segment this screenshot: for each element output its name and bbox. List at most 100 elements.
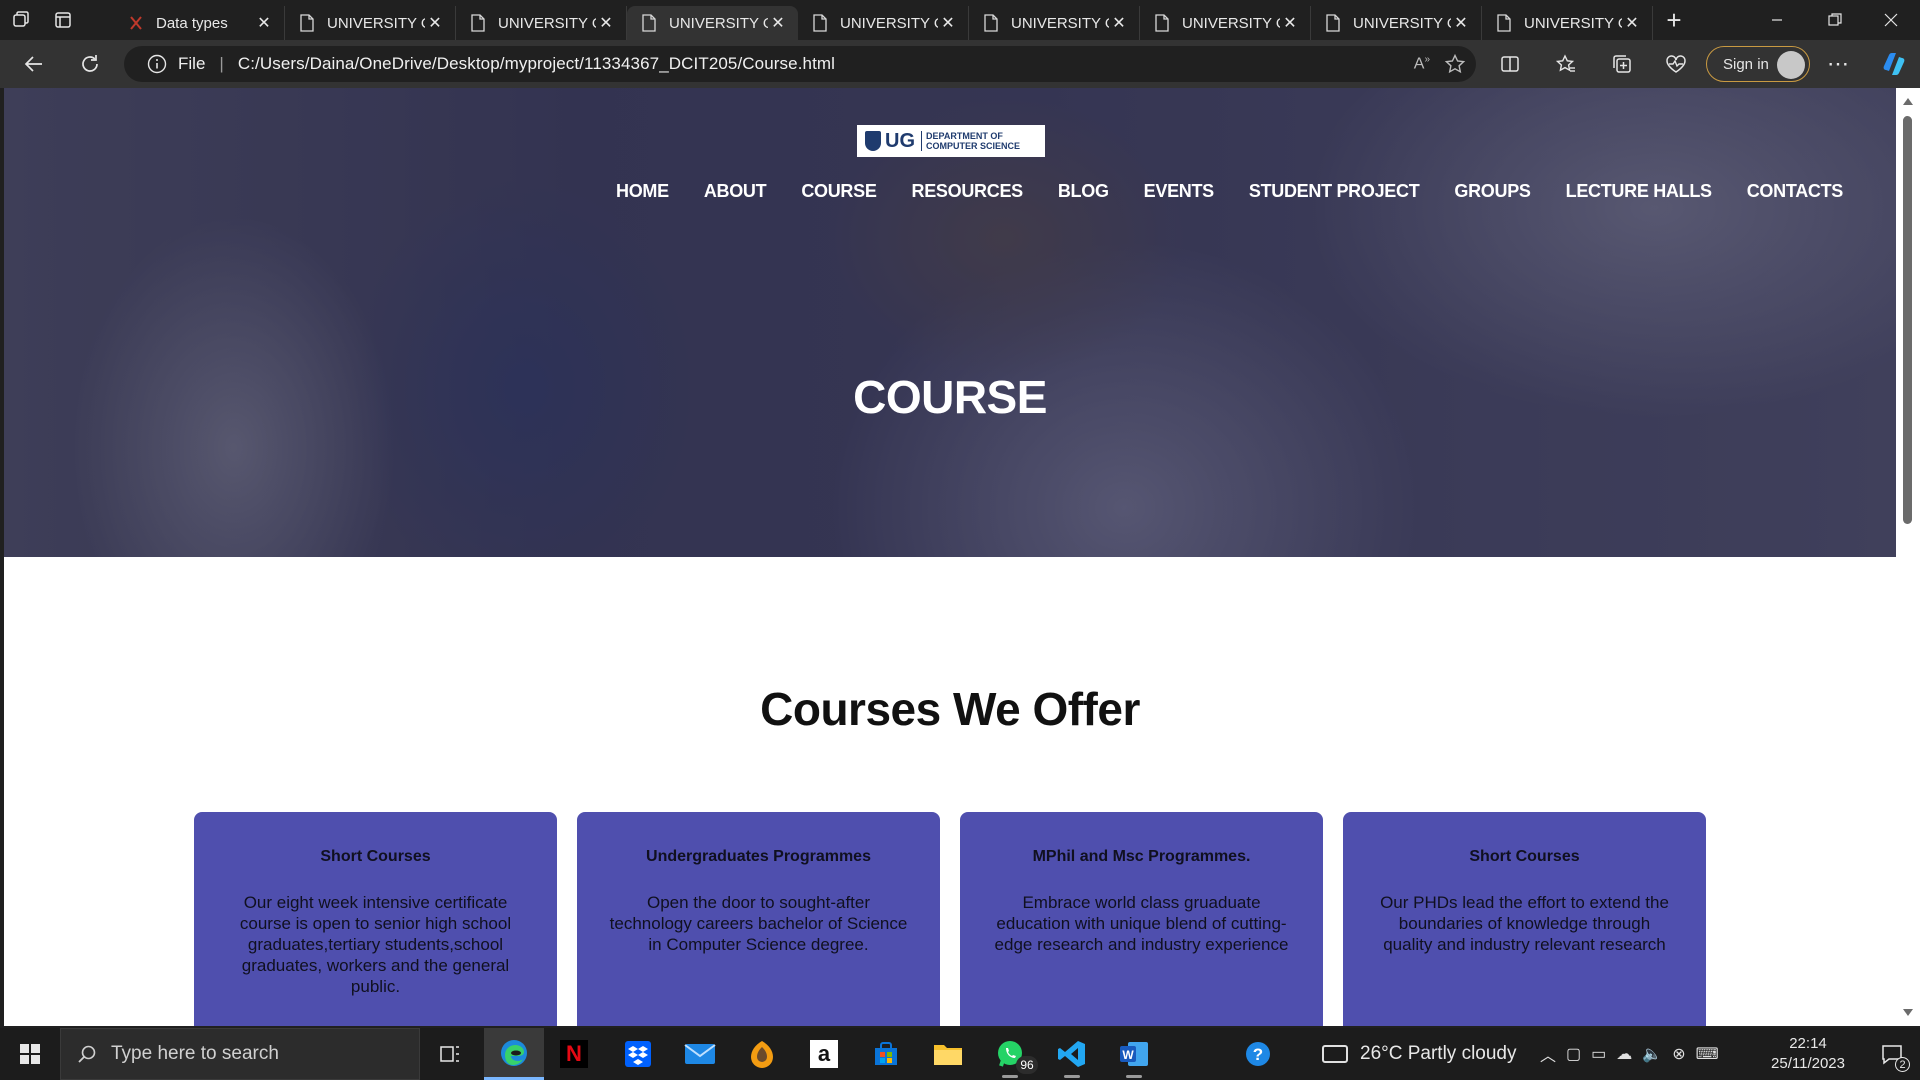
browser-tab[interactable]: UNIVERSITY O ✕ [285,6,456,40]
section-title: Courses We Offer [760,683,1140,735]
windows-start-icon[interactable] [0,1028,60,1080]
nav-home[interactable]: HOME [616,181,669,202]
workspaces-icon[interactable] [0,0,42,40]
browser-tab[interactable]: UNIVERSITY O ✕ [798,6,969,40]
browser-tab[interactable]: UNIVERSITY O ✕ [1311,6,1482,40]
course-card[interactable]: Undergraduates Programmes Open the door … [577,812,940,1026]
restore-icon[interactable] [1806,0,1864,40]
sign-in-button[interactable]: Sign in [1706,46,1810,82]
close-tab-icon[interactable]: ✕ [1109,13,1129,33]
browser-essentials-icon[interactable] [1654,44,1698,84]
nav-events[interactable]: EVENTS [1144,181,1215,202]
scroll-down-icon[interactable] [1903,1009,1913,1016]
nav-course[interactable]: COURSE [801,181,877,202]
nav-student-project[interactable]: STUDENT PROJECT [1249,181,1420,202]
search-icon [78,1045,96,1063]
course-card[interactable]: MPhil and Msc Programmes. Embrace world … [960,812,1323,1026]
collections-icon[interactable] [1600,44,1644,84]
vertical-scrollbar[interactable] [1896,88,1920,1026]
favorite-star-icon[interactable] [1444,53,1466,75]
task-view-icon[interactable] [420,1028,480,1080]
scroll-up-icon[interactable] [1903,98,1913,105]
course-card[interactable]: Short Courses Our PHDs lead the effort t… [1343,812,1706,1026]
copilot-icon[interactable] [1872,44,1916,84]
browser-tab[interactable]: UNIVERSITY O ✕ [1482,6,1653,40]
browser-tab[interactable]: UNIVERSITY O ✕ [456,6,627,40]
clock-date: 25/11/2023 [1771,1055,1845,1072]
close-tab-icon[interactable]: ✕ [596,13,616,33]
help-icon[interactable]: ? [1228,1028,1288,1080]
search-placeholder: Type here to search [111,1043,279,1064]
course-card[interactable]: Short Courses Our eight week intensive c… [194,812,557,1026]
url-text[interactable]: C:/Users/Daina/OneDrive/Desktop/myprojec… [238,54,835,74]
more-options-icon[interactable]: ⋯ [1816,44,1860,84]
nav-groups[interactable]: GROUPS [1454,181,1531,202]
page-icon [642,14,656,32]
vscode-icon[interactable] [1042,1028,1102,1080]
fl-studio-icon[interactable] [732,1028,792,1080]
meet-now-icon[interactable]: ▢ [1566,1044,1581,1064]
favorites-icon[interactable] [1544,44,1588,84]
logo-line-2: COMPUTER SCIENCE [926,141,1021,151]
browser-tab[interactable]: UNIVERSITY O ✕ [1140,6,1311,40]
onedrive-icon[interactable]: ☁ [1616,1044,1632,1064]
word-icon[interactable]: W [1104,1028,1164,1080]
system-tray: ︿ ▢ ▭ ☁ 🔈 ⊗ ⌨ [1540,1028,1719,1080]
close-tab-icon[interactable]: ✕ [1280,13,1300,33]
hero-title: COURSE [853,371,1047,423]
browser-toolbar: File | C:/Users/Daina/OneDrive/Desktop/m… [0,40,1920,88]
nav-blog[interactable]: BLOG [1058,181,1109,202]
close-tab-icon[interactable]: ✕ [768,13,788,33]
card-body: Our eight week intensive certificate cou… [239,893,512,996]
file-explorer-icon[interactable] [918,1028,978,1080]
volume-icon[interactable]: 🔈 [1642,1044,1662,1064]
tab-title: UNIVERSITY O [1011,14,1109,32]
battery-icon[interactable]: ▭ [1591,1044,1606,1064]
nav-lecture-halls[interactable]: LECTURE HALLS [1566,181,1712,202]
notification-center-icon[interactable]: 2 [1868,1028,1916,1080]
close-tab-icon[interactable]: ✕ [1622,13,1642,33]
microsoft-store-icon[interactable] [856,1028,916,1080]
nav-about[interactable]: ABOUT [704,181,767,202]
info-icon[interactable] [146,53,168,75]
scrollbar-thumb[interactable] [1903,116,1912,524]
tab-title: UNIVERSITY O [840,14,938,32]
weather-widget[interactable]: 26°C Partly cloudy [1322,1028,1517,1080]
site-logo[interactable]: UG DEPARTMENT OF COMPUTER SCIENCE [857,125,1045,157]
network-off-icon[interactable]: ⊗ [1672,1044,1685,1064]
tab-actions-icon[interactable] [42,0,84,40]
netflix-icon[interactable]: N [544,1028,604,1080]
logo-line-1: DEPARTMENT OF [926,131,1003,141]
browser-tab-active[interactable]: UNIVERSITY O ✕ [627,6,798,40]
close-window-icon[interactable] [1862,0,1920,40]
minimize-icon[interactable] [1748,0,1806,40]
language-icon[interactable]: ⌨ [1696,1044,1719,1064]
back-icon[interactable] [12,44,56,84]
address-separator: | [219,54,224,73]
edge-icon[interactable] [484,1028,544,1080]
read-aloud-icon[interactable]: A» [1414,54,1430,73]
close-tab-icon[interactable]: ✕ [254,13,274,33]
dropbox-icon[interactable] [608,1028,668,1080]
weather-text: 26°C Partly cloudy [1360,1043,1517,1064]
clock[interactable]: 22:14 25/11/2023 [1760,1034,1856,1074]
taskbar-search[interactable]: Type here to search [60,1028,420,1080]
browser-tab[interactable]: UNIVERSITY O ✕ [969,6,1140,40]
mail-icon[interactable] [670,1028,730,1080]
page-icon [1326,14,1340,32]
clock-time: 22:14 [1789,1035,1827,1052]
page-icon [984,14,998,32]
address-bar[interactable]: File | C:/Users/Daina/OneDrive/Desktop/m… [124,46,1476,82]
nav-resources[interactable]: RESOURCES [912,181,1024,202]
tab-title: UNIVERSITY O [1182,14,1280,32]
nav-contacts[interactable]: CONTACTS [1747,181,1844,202]
close-tab-icon[interactable]: ✕ [425,13,445,33]
refresh-icon[interactable] [68,44,112,84]
new-tab-icon[interactable]: + [1653,0,1695,40]
close-tab-icon[interactable]: ✕ [938,13,958,33]
browser-tab[interactable]: Data types ✕ [114,6,285,40]
close-tab-icon[interactable]: ✕ [1451,13,1471,33]
amazon-icon[interactable]: a [794,1028,854,1080]
chevron-up-icon[interactable]: ︿ [1540,1042,1556,1066]
split-screen-icon[interactable] [1488,44,1532,84]
